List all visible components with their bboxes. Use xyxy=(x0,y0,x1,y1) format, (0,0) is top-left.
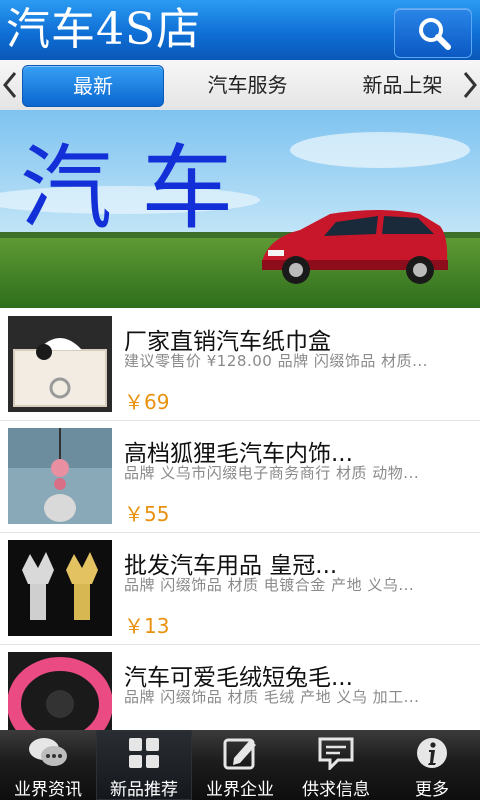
product-image xyxy=(8,428,112,524)
product-price: ￥55 xyxy=(124,502,170,526)
tab-new-arrivals[interactable]: 新品上架 xyxy=(345,65,460,105)
list-item[interactable]: 高档狐狸毛汽车内饰... 品牌 义乌市闪缀电子商务商行 材质 动物... ￥55 xyxy=(0,420,480,533)
nav-label: 更多 xyxy=(415,780,449,800)
chevron-left-icon[interactable] xyxy=(2,70,18,100)
list-item[interactable]: 汽车可爱毛绒短兔毛... 品牌 闪缀饰品 材质 毛绒 产地 义乌 加工... xyxy=(0,644,480,730)
list-item[interactable]: 批发汽车用品 皇冠... 品牌 闪缀饰品 材质 电镀合金 产地 义乌... ￥1… xyxy=(0,532,480,645)
product-desc: 品牌 义乌市闪缀电子商务商行 材质 动物... xyxy=(124,464,420,482)
product-price: ￥13 xyxy=(124,614,170,638)
nav-label: 供求信息 xyxy=(302,780,370,800)
tab-latest[interactable]: 最新 xyxy=(22,65,164,107)
nav-more[interactable]: 更多 xyxy=(384,730,480,800)
product-image xyxy=(8,652,112,730)
chat-bubbles-icon xyxy=(29,738,67,766)
nav-industry-companies[interactable]: 业界企业 xyxy=(192,730,288,800)
product-list: 厂家直销汽车纸巾盒 建议零售价 ¥128.00 品牌 闪缀饰品 材质... ￥6… xyxy=(0,308,480,730)
edit-icon xyxy=(223,738,256,770)
app-title: 汽车4S店 xyxy=(6,4,202,55)
promo-banner[interactable]: 汽 车 xyxy=(0,110,480,308)
grid-icon xyxy=(129,738,159,768)
product-desc: 品牌 闪缀饰品 材质 毛绒 产地 义乌 加工... xyxy=(124,688,420,706)
product-price: ￥69 xyxy=(124,390,170,414)
info-icon xyxy=(417,738,447,768)
nav-label: 新品推荐 xyxy=(110,780,178,800)
category-tabbar: 最新 汽车服务 新品上架 xyxy=(0,60,480,111)
product-image xyxy=(8,316,112,412)
search-button[interactable] xyxy=(394,8,472,58)
banner-text: 汽 车 xyxy=(20,135,233,242)
product-desc: 品牌 闪缀饰品 材质 电镀合金 产地 义乌... xyxy=(124,576,415,594)
message-icon xyxy=(318,737,354,770)
bottom-navigation: 业界资讯 新品推荐 业界企业 供求信息 更多 xyxy=(0,730,480,800)
banner-image: 汽 车 xyxy=(0,110,480,308)
product-desc: 建议零售价 ¥128.00 品牌 闪缀饰品 材质... xyxy=(124,352,428,370)
tab-car-service[interactable]: 汽车服务 xyxy=(185,65,310,105)
nav-label: 业界企业 xyxy=(206,780,274,800)
chevron-right-icon[interactable] xyxy=(462,70,478,100)
nav-industry-news[interactable]: 业界资讯 xyxy=(0,730,96,800)
search-icon xyxy=(419,18,451,50)
nav-new-products[interactable]: 新品推荐 xyxy=(96,730,192,800)
nav-supply-demand[interactable]: 供求信息 xyxy=(288,730,384,800)
app-header: 汽车4S店 xyxy=(0,0,480,60)
nav-label: 业界资讯 xyxy=(14,780,82,800)
list-item[interactable]: 厂家直销汽车纸巾盒 建议零售价 ¥128.00 品牌 闪缀饰品 材质... ￥6… xyxy=(0,308,480,421)
product-image xyxy=(8,540,112,636)
